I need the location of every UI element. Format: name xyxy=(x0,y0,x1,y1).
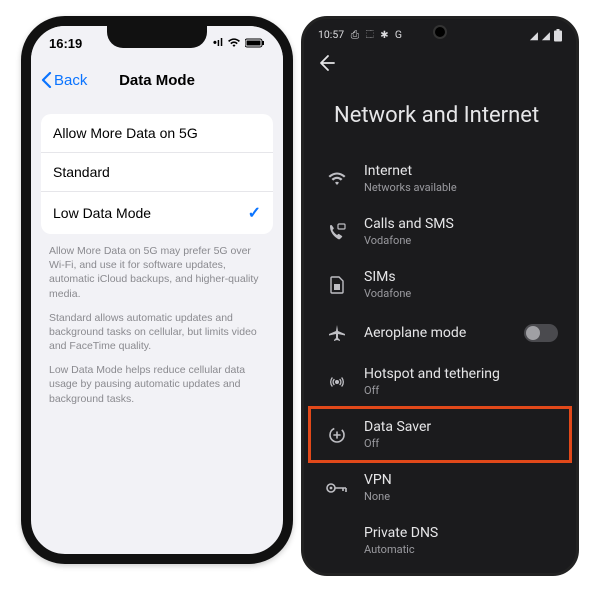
item-subtext: Vodafone xyxy=(364,234,454,247)
iphone-notch xyxy=(107,26,207,48)
settings-item-adaptive[interactable]: • Adaptive connectivity xyxy=(304,567,576,576)
item-subtext: None xyxy=(364,490,392,503)
signal-icon: ◢ xyxy=(530,29,538,42)
desc-paragraph: Allow More Data on 5G may prefer 5G over… xyxy=(49,244,265,301)
airplane-icon xyxy=(326,322,348,344)
ios-status-right: •ıl xyxy=(213,37,265,49)
vpn-key-icon xyxy=(326,477,348,499)
battery-icon xyxy=(245,38,265,48)
option-label: Low Data Mode xyxy=(53,205,151,221)
wifi-icon xyxy=(227,38,241,48)
item-subtext: Automatic xyxy=(364,543,438,556)
item-label: VPN xyxy=(364,472,392,488)
desc-paragraph: Low Data Mode helps reduce cellular data… xyxy=(49,363,265,406)
android-time: 10:57 xyxy=(318,28,344,41)
settings-item-sims[interactable]: SIMs Vodafone xyxy=(304,258,576,311)
item-label: Internet xyxy=(364,163,457,179)
android-camera-hole xyxy=(435,27,445,37)
android-frame: 10:57 ⎙ ⬚ ✱ G ◢ ◢ Network and Internet I… xyxy=(301,16,579,576)
option-low-data-mode[interactable]: Low Data Mode ✓ xyxy=(41,192,273,234)
item-label: SIMs xyxy=(364,269,411,285)
item-subtext: Off xyxy=(364,384,500,397)
android-status-icons-left: ⎙ ⬚ ✱ G xyxy=(351,28,404,41)
desc-paragraph: Standard allows automatic updates and ba… xyxy=(49,311,265,354)
android-toolbar xyxy=(304,47,576,77)
item-subtext: Vodafone xyxy=(364,287,411,300)
option-label: Standard xyxy=(53,164,110,180)
option-label: Allow More Data on 5G xyxy=(53,125,198,141)
back-arrow-icon[interactable] xyxy=(316,53,336,73)
option-allow-more-data[interactable]: Allow More Data on 5G xyxy=(41,114,273,153)
item-label: Aeroplane mode xyxy=(364,325,466,341)
item-label: Calls and SMS xyxy=(364,216,454,232)
settings-item-calls[interactable]: Calls and SMS Vodafone xyxy=(304,205,576,258)
checkmark-icon: ✓ xyxy=(248,203,261,223)
android-status-right: ◢ ◢ xyxy=(530,29,562,42)
option-standard[interactable]: Standard xyxy=(41,153,273,192)
data-saver-icon xyxy=(326,424,348,446)
phone-sms-icon xyxy=(326,221,348,243)
data-mode-options: Allow More Data on 5G Standard Low Data … xyxy=(41,114,273,234)
options-description: Allow More Data on 5G may prefer 5G over… xyxy=(49,244,265,406)
settings-item-vpn[interactable]: VPN None xyxy=(304,461,576,514)
android-status-left: 10:57 ⎙ ⬚ ✱ G xyxy=(318,28,404,42)
page-heading: Network and Internet xyxy=(304,77,576,152)
item-subtext: Off xyxy=(364,437,431,450)
settings-item-hotspot[interactable]: Hotspot and tethering Off xyxy=(304,355,576,408)
settings-item-data-saver[interactable]: Data Saver Off xyxy=(310,408,570,461)
item-subtext: Networks available xyxy=(364,181,457,194)
sim-icon xyxy=(326,274,348,296)
ios-nav-header: Back Data Mode xyxy=(31,60,283,100)
settings-item-internet[interactable]: Internet Networks available xyxy=(304,152,576,205)
wifi-icon xyxy=(326,168,348,190)
item-label: Data Saver xyxy=(364,419,431,435)
settings-item-airplane[interactable]: Aeroplane mode xyxy=(304,311,576,355)
item-label: Hotspot and tethering xyxy=(364,366,500,382)
ios-time: 16:19 xyxy=(49,36,82,51)
iphone-frame: 16:19 •ıl Back Data Mode Allow More Data… xyxy=(21,16,293,564)
battery-icon xyxy=(554,29,562,42)
settings-item-private-dns[interactable]: • Private DNS Automatic xyxy=(304,514,576,567)
hotspot-icon xyxy=(326,371,348,393)
airplane-toggle[interactable] xyxy=(524,324,558,342)
page-title: Data Mode xyxy=(31,72,283,89)
signal-icon: •ıl xyxy=(213,37,223,49)
item-label: Private DNS xyxy=(364,525,438,541)
signal-icon: ◢ xyxy=(542,29,550,42)
